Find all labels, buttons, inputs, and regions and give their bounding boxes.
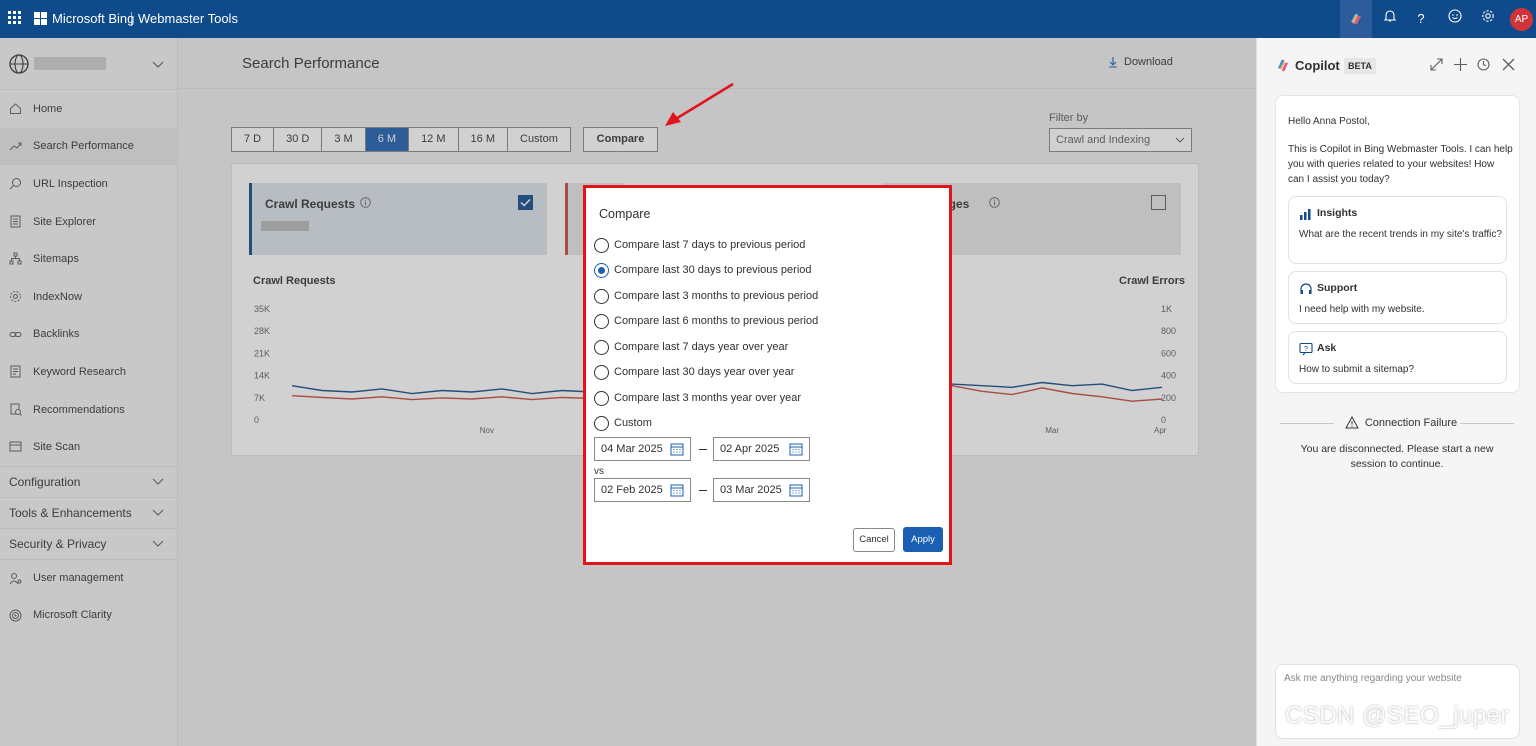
suggestion-ask[interactable]: ? Ask How to submit a sitemap?: [1288, 331, 1507, 384]
product-name[interactable]: Webmaster Tools: [138, 11, 238, 26]
suggestion-text: How to submit a sitemap?: [1299, 364, 1415, 375]
option-label: Compare last 7 days to previous period: [614, 239, 806, 251]
radio-button-selected[interactable]: [594, 262, 609, 278]
brand-divider: [131, 12, 132, 26]
range-separator: [699, 490, 707, 491]
microsoft-logo-icon: [34, 12, 48, 26]
expand-icon[interactable]: [1429, 57, 1444, 72]
suggestion-title: Insights: [1317, 207, 1358, 219]
compare-option-6m-previous[interactable]: Compare last 6 months to previous period: [594, 313, 818, 329]
radio-button[interactable]: [594, 313, 609, 329]
range2-end-date[interactable]: 03 Mar 2025: [713, 478, 810, 502]
history-icon[interactable]: [1476, 57, 1491, 72]
option-label: Custom: [614, 417, 652, 429]
radio-button[interactable]: [594, 339, 609, 355]
copilot-welcome-card: Hello Anna Postol, This is Copilot in Bi…: [1275, 95, 1520, 393]
compare-option-3m-previous[interactable]: Compare last 3 months to previous period: [594, 288, 818, 304]
date-value: 02 Apr 2025: [720, 443, 780, 455]
copilot-icon: [1351, 14, 1361, 24]
user-avatar[interactable]: AP: [1510, 8, 1533, 31]
range-separator: [699, 449, 707, 450]
compare-option-30d-previous[interactable]: Compare last 30 days to previous period: [594, 262, 812, 278]
suggestion-title: Support: [1317, 282, 1358, 294]
chart-icon: [1300, 209, 1311, 220]
date-value: 03 Mar 2025: [720, 484, 782, 496]
settings-gear-icon[interactable]: [1478, 9, 1498, 29]
date-value: 04 Mar 2025: [601, 443, 663, 455]
compare-option-7d-yoy[interactable]: Compare last 7 days year over year: [594, 339, 788, 355]
connection-failure-message: You are disconnected. Please start a new…: [1300, 443, 1494, 470]
suggestion-insights[interactable]: Insights What are the recent trends in m…: [1288, 196, 1507, 264]
connection-failure-title: Connection Failure: [1364, 417, 1458, 429]
copilot-intro: This is Copilot in Bing Webmaster Tools.…: [1288, 144, 1513, 185]
watermark-text: CSDN @SEO_juper: [1285, 702, 1509, 729]
range1-start-date[interactable]: 04 Mar 2025: [594, 437, 691, 461]
brand-name[interactable]: Microsoft Bing: [52, 11, 134, 26]
app-launcher-icon[interactable]: [8, 11, 22, 25]
copilot-toggle-button[interactable]: [1340, 0, 1372, 38]
radio-button[interactable]: [594, 415, 609, 431]
compare-option-custom[interactable]: Custom: [594, 415, 652, 431]
calendar-icon[interactable]: [789, 483, 803, 497]
top-bar: Microsoft Bing Webmaster Tools ? AP: [0, 0, 1536, 38]
calendar-icon[interactable]: [670, 483, 684, 497]
date-value: 02 Feb 2025: [601, 484, 663, 496]
notifications-bell-icon[interactable]: [1380, 9, 1400, 29]
radio-button[interactable]: [594, 390, 609, 406]
copilot-greeting: Hello Anna Postol,: [1288, 116, 1370, 127]
compare-option-3m-yoy[interactable]: Compare last 3 months year over year: [594, 390, 801, 406]
radio-button[interactable]: [594, 364, 609, 380]
headset-icon: [1300, 283, 1312, 294]
option-label: Compare last 7 days year over year: [614, 341, 789, 353]
dialog-title: Compare: [599, 207, 651, 221]
suggestion-text: I need help with my website.: [1299, 304, 1425, 315]
copilot-panel: Copilot BETA Hello Anna Postol, This is …: [1256, 38, 1536, 746]
vs-label: vs: [594, 466, 604, 477]
compare-option-7d-previous[interactable]: Compare last 7 days to previous period: [594, 237, 805, 253]
suggestion-support[interactable]: Support I need help with my website.: [1288, 271, 1507, 324]
option-label: Compare last 6 months to previous period: [614, 315, 819, 327]
beta-badge: BETA: [1344, 58, 1376, 74]
feedback-smile-icon[interactable]: [1445, 9, 1465, 29]
help-icon[interactable]: ?: [1411, 9, 1431, 29]
close-icon[interactable]: [1501, 57, 1516, 72]
range2-start-date[interactable]: 02 Feb 2025: [594, 478, 691, 502]
question-icon: ?: [1299, 342, 1313, 356]
suggestion-text: What are the recent trends in my site's …: [1299, 229, 1502, 240]
copilot-title: Copilot: [1295, 58, 1340, 73]
apply-button[interactable]: Apply: [903, 527, 943, 552]
option-label: Compare last 30 days to previous period: [614, 264, 812, 276]
cancel-button[interactable]: Cancel: [853, 528, 895, 552]
copilot-icon: [1277, 59, 1289, 72]
svg-text:?: ?: [1304, 346, 1308, 353]
suggestion-title: Ask: [1317, 342, 1337, 354]
range1-end-date[interactable]: 02 Apr 2025: [713, 437, 810, 461]
option-label: Compare last 3 months year over year: [614, 392, 802, 404]
new-chat-plus-icon[interactable]: [1453, 57, 1468, 72]
radio-button[interactable]: [594, 237, 609, 253]
option-label: Compare last 30 days year over year: [614, 366, 795, 378]
compare-option-30d-yoy[interactable]: Compare last 30 days year over year: [594, 364, 794, 380]
option-label: Compare last 3 months to previous period: [614, 290, 819, 302]
annotation-arrow: [665, 82, 734, 126]
calendar-icon[interactable]: [670, 442, 684, 456]
calendar-icon[interactable]: [789, 442, 803, 456]
compare-dialog: Compare Compare last 7 days to previous …: [583, 185, 952, 565]
radio-button[interactable]: [594, 288, 609, 304]
chat-input-placeholder: Ask me anything regarding your website: [1284, 673, 1462, 684]
